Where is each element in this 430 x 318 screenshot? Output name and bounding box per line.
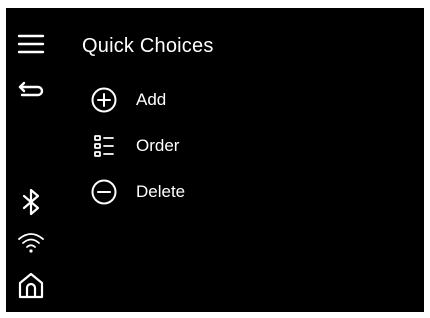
plus-circle-icon	[90, 86, 118, 114]
page-title: Quick Choices	[82, 35, 214, 57]
bluetooth-icon[interactable]	[16, 187, 46, 217]
order-button[interactable]: Order	[86, 130, 286, 162]
thermostat-screen: Quick Choices Add Order Delete	[6, 8, 424, 312]
order-label: Order	[136, 136, 180, 155]
delete-button[interactable]: Delete	[86, 176, 286, 208]
delete-label: Delete	[136, 182, 186, 201]
add-button[interactable]: Add	[86, 84, 286, 116]
home-icon[interactable]	[16, 270, 46, 300]
add-label: Add	[136, 90, 167, 109]
minus-circle-icon	[90, 178, 118, 206]
sidebar-rail	[6, 8, 66, 312]
back-icon[interactable]	[16, 74, 46, 104]
reorder-list-icon	[90, 132, 118, 160]
menu-icon[interactable]	[16, 29, 46, 59]
wifi-icon[interactable]	[16, 227, 46, 257]
